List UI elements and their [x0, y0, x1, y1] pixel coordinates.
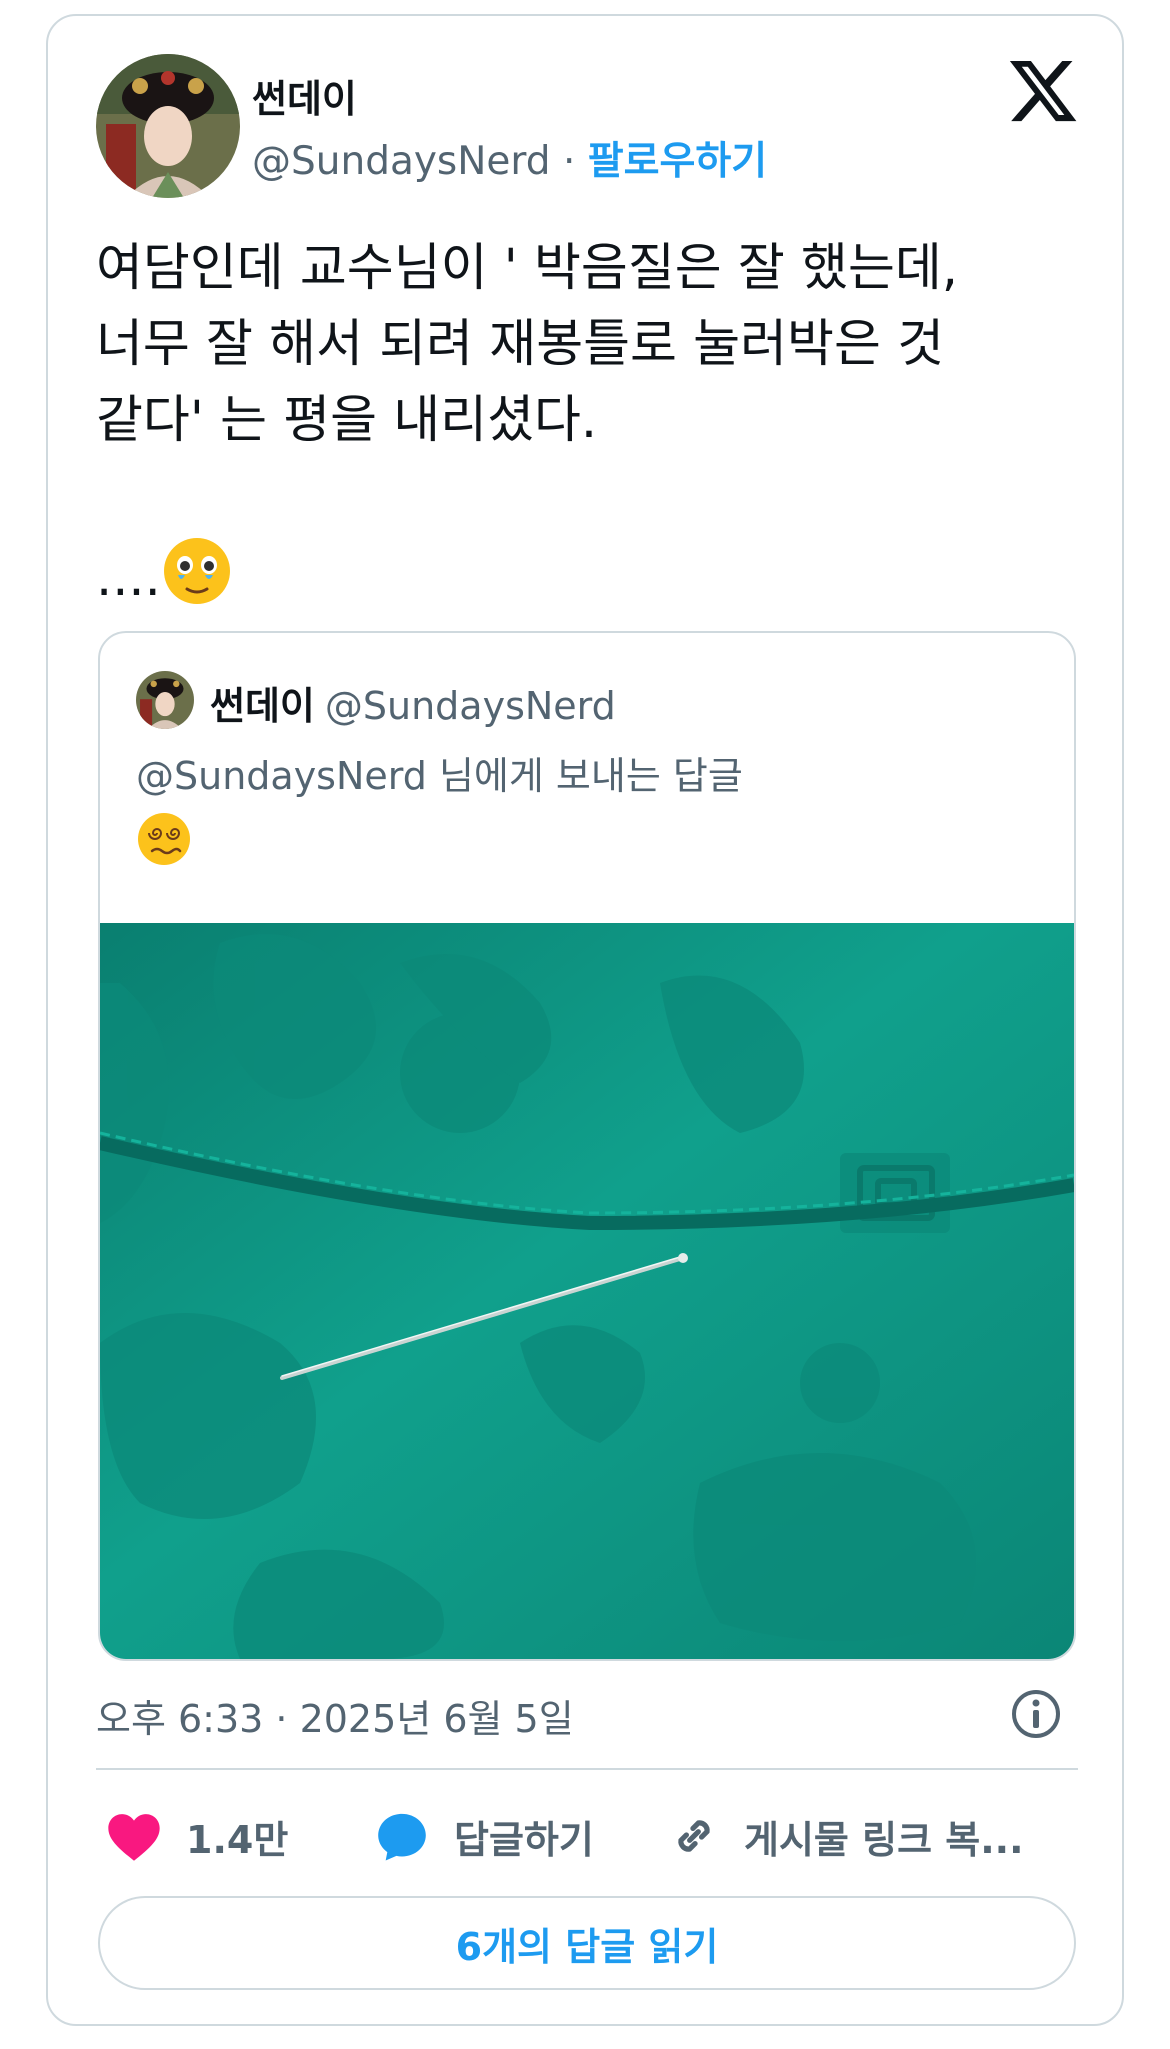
quoted-author: 썬데이 @SundaysNerd	[210, 675, 616, 730]
like-count: 1.4만	[186, 1817, 289, 1862]
author-handle-line: @SundaysNerd · 팔로우하기	[252, 130, 767, 186]
separator: ·	[562, 139, 576, 184]
copy-link-button[interactable]: 게시물 링크 복...	[668, 1806, 1034, 1866]
like-button[interactable]: 1.4만	[106, 1806, 288, 1866]
fabric-photo[interactable]	[100, 923, 1074, 1659]
x-logo-icon[interactable]	[1006, 54, 1080, 128]
author-display-name[interactable]: 썬데이	[252, 68, 357, 123]
copy-link-label: 게시물 링크 복...	[744, 1817, 1024, 1862]
divider	[96, 1768, 1078, 1770]
reply-label: 답글하기	[454, 1817, 594, 1862]
author-handle[interactable]: @SundaysNerd	[252, 139, 551, 184]
quoted-tweet[interactable]: 썬데이 @SundaysNerd @SundaysNerd 님에게 보내는 답글	[98, 631, 1076, 1661]
quoted-author-avatar	[136, 671, 194, 729]
reply-bubble-icon	[378, 1813, 426, 1861]
quoted-display-name: 썬데이	[210, 684, 315, 728]
face-with-spiral-eyes-icon	[138, 813, 190, 865]
quoted-reply-context: @SundaysNerd 님에게 보내는 답글	[136, 754, 743, 798]
tweet-text: 여담인데 교수님이 ' 박음질은 잘 했는데, 너무 잘 해서 되려 재봉틀로 …	[96, 231, 1086, 617]
author-avatar[interactable]	[96, 54, 240, 198]
read-replies-button[interactable]: 6개의 답글 읽기	[98, 1896, 1076, 1990]
face-holding-back-tears-icon	[163, 538, 230, 604]
tweet-timestamp[interactable]: 오후 6:33 · 2025년 6월 5일	[96, 1688, 574, 1743]
tweet-card: 썬데이 @SundaysNerd · 팔로우하기 여담인데 교수님이 ' 박음질…	[46, 14, 1124, 2026]
link-icon	[678, 1820, 710, 1852]
follow-link[interactable]: 팔로우하기	[588, 139, 767, 184]
reply-button[interactable]: 답글하기	[374, 1806, 594, 1866]
heart-icon	[108, 1814, 160, 1861]
quoted-handle: @SundaysNerd	[324, 684, 616, 728]
info-icon[interactable]	[1008, 1686, 1064, 1742]
